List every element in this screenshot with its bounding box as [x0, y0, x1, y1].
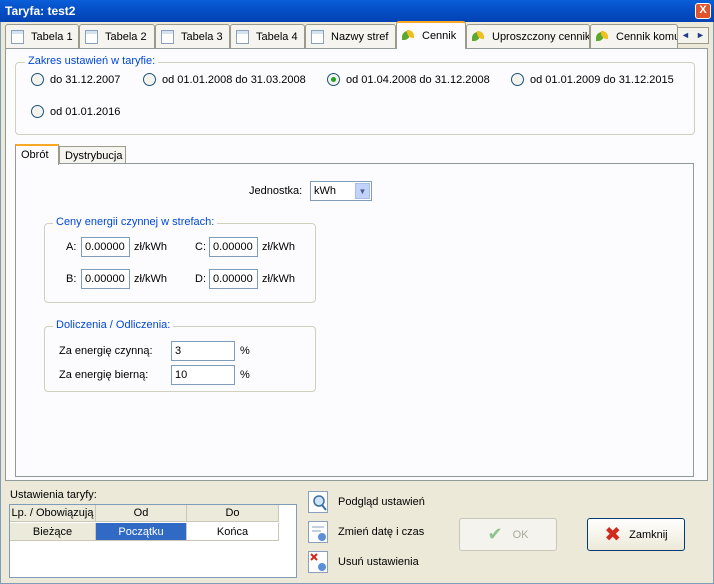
zone-d-label: D:: [195, 273, 206, 285]
title-bar[interactable]: Taryfa: test2 X: [0, 0, 714, 22]
active-energy-input[interactable]: 3: [171, 341, 235, 361]
delete-label: Usuń ustawienia: [338, 556, 419, 568]
radio-label: od 01.04.2008 do 31.12.2008: [346, 73, 490, 86]
tab-cennik-komu[interactable]: Cennik komu: [590, 24, 678, 48]
tab-uproszczony-cennik[interactable]: Uproszczony cennik: [466, 24, 590, 48]
scroll-left-icon[interactable]: ◄: [678, 28, 693, 43]
tab-label: Tabela 3: [181, 30, 223, 43]
zone-c-label: C:: [195, 241, 206, 253]
column-header-do[interactable]: Do: [187, 505, 279, 522]
prices-legend: Ceny energii czynnej w strefach:: [53, 216, 218, 228]
cell-od[interactable]: Początku: [96, 523, 187, 541]
calendar-icon: [308, 521, 328, 543]
radio-2009-2015[interactable]: od 01.01.2009 do 31.12.2015: [511, 73, 674, 86]
radio-2008[interactable]: od 01.04.2008 do 31.12.2008: [327, 73, 490, 86]
active-energy-label: Za energię czynną:: [59, 345, 153, 357]
leaf-icon: [472, 30, 485, 44]
zone-c-input[interactable]: 0.00000: [209, 237, 258, 257]
tab-tabela-3[interactable]: Tabela 3: [155, 24, 230, 48]
chevron-down-icon[interactable]: ▼: [355, 183, 370, 199]
tab-label: Tabela 4: [256, 30, 298, 43]
radio-od-2016[interactable]: od 01.01.2016: [31, 105, 120, 118]
magnifier-icon: [308, 491, 328, 513]
tab-scroll-control: ◄ ►: [677, 27, 709, 44]
tab-tabela-1[interactable]: Tabela 1: [5, 24, 79, 48]
zone-b-input[interactable]: 0.00000: [81, 269, 130, 289]
zone-b-label: B:: [66, 273, 77, 285]
column-header-od[interactable]: Od: [96, 505, 187, 522]
radio-icon: [511, 73, 524, 86]
tab-label: Nazwy stref: [331, 30, 389, 43]
document-icon: [236, 29, 249, 44]
prices-group: Ceny energii czynnej w strefach:: [44, 216, 316, 303]
radio-label: od 01.01.2008 do 31.03.2008: [162, 73, 306, 86]
radio-icon: [31, 73, 44, 86]
column-header-lp[interactable]: Lp. / Obowiązują: [10, 505, 96, 522]
ok-label: OK: [512, 528, 529, 541]
tab-label: Tabela 2: [105, 30, 147, 43]
tab-label: Cennik komu: [616, 30, 678, 43]
preview-settings-action[interactable]: Podgląd ustawień: [308, 491, 425, 513]
radio-icon: [31, 105, 44, 118]
radio-icon: [143, 73, 156, 86]
preview-label: Podgląd ustawień: [338, 496, 425, 508]
tab-nazwy-stref[interactable]: Nazwy stref: [305, 24, 396, 48]
tab-label: Cennik: [422, 30, 457, 42]
document-icon: [11, 29, 24, 44]
close-window-button[interactable]: X: [695, 3, 711, 19]
document-icon: [161, 29, 174, 44]
tab-obrot[interactable]: Obrót: [15, 144, 59, 165]
document-icon: [85, 29, 98, 44]
radio-q1-2008[interactable]: od 01.01.2008 do 31.03.2008: [143, 73, 306, 86]
leaf-icon: [596, 30, 609, 44]
radio-selected-icon: [327, 73, 340, 86]
delete-settings-action[interactable]: Usuń ustawienia: [308, 551, 419, 573]
ok-button[interactable]: ✔ OK: [459, 518, 557, 551]
reactive-energy-unit: %: [240, 369, 250, 381]
settings-label: Ustawienia taryfy:: [10, 489, 97, 501]
window-title: Taryfa: test2: [5, 4, 76, 18]
close-button[interactable]: ✖ Zamknij: [587, 518, 685, 551]
unit-label: Jednostka:: [249, 185, 303, 197]
scroll-right-icon[interactable]: ►: [693, 28, 708, 43]
change-date-action[interactable]: Zmień datę i czas: [308, 521, 424, 543]
surcharges-legend: Doliczenia / Odliczenia:: [53, 319, 174, 331]
radio-label: od 01.01.2009 do 31.12.2015: [530, 73, 674, 86]
reactive-energy-label: Za energię bierną:: [59, 369, 149, 381]
row-header[interactable]: Bieżące: [10, 523, 96, 541]
zone-a-label: A:: [66, 241, 77, 253]
leaf-icon: [402, 29, 415, 43]
unit-select[interactable]: kWh ▼: [310, 181, 372, 201]
cell-do[interactable]: Końca: [187, 523, 279, 541]
delete-icon: [308, 551, 328, 573]
reactive-energy-input[interactable]: 10: [171, 365, 235, 385]
radio-do-2007[interactable]: do 31.12.2007: [31, 73, 120, 86]
zone-d-input[interactable]: 0.00000: [209, 269, 258, 289]
zone-c-unit: zł/kWh: [262, 241, 295, 253]
tab-cennik[interactable]: Cennik: [396, 21, 466, 49]
checkmark-icon: ✔: [487, 524, 503, 544]
close-x-icon: ✖: [604, 524, 622, 546]
range-legend: Zakres ustawień w taryfie:: [25, 55, 159, 67]
tab-tabela-2[interactable]: Tabela 2: [79, 24, 155, 48]
zone-a-unit: zł/kWh: [134, 241, 167, 253]
active-energy-unit: %: [240, 345, 250, 357]
tab-label: Uproszczony cennik: [492, 30, 590, 43]
radio-label: do 31.12.2007: [50, 73, 121, 86]
zone-b-unit: zł/kWh: [134, 273, 167, 285]
tab-tabela-4[interactable]: Tabela 4: [230, 24, 305, 48]
unit-value: kWh: [314, 185, 336, 197]
document-icon: [311, 29, 324, 44]
tab-label: Tabela 1: [31, 30, 73, 43]
settings-grid[interactable]: Lp. / Obowiązują Od Do Bieżące Początku …: [9, 504, 297, 578]
change-date-label: Zmień datę i czas: [338, 526, 425, 538]
radio-label: od 01.01.2016: [50, 105, 121, 118]
close-label: Zamknij: [629, 528, 668, 541]
zone-d-unit: zł/kWh: [262, 273, 295, 285]
zone-a-input[interactable]: 0.00000: [81, 237, 130, 257]
